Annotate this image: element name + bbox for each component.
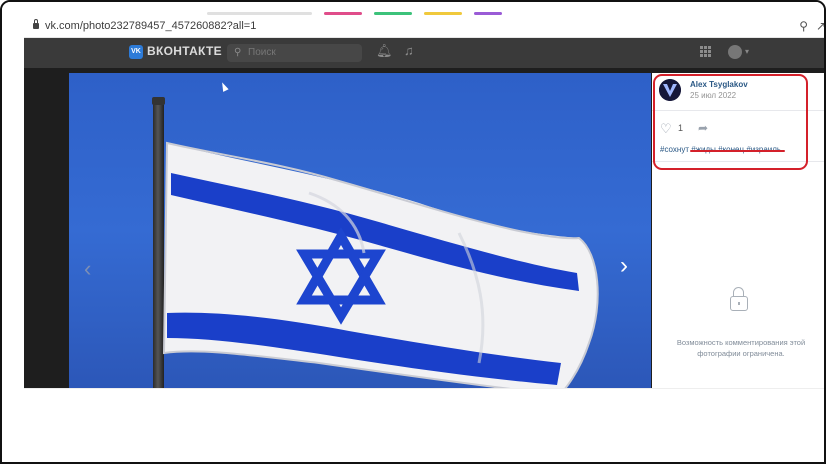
url-text[interactable]: vk.com/photo232789457_457260882?all=1	[45, 20, 256, 32]
vk-header: VK ВКОНТАКТЕ ⚲ Поиск 🔔︎ ♫ ▾	[24, 38, 824, 68]
tab-indicator[interactable]	[207, 12, 312, 15]
lock-icon	[730, 287, 748, 311]
browser-window: vk.com/photo232789457_457260882?all=1 ⚲ …	[0, 0, 826, 464]
annotation-underline	[690, 150, 785, 152]
tab-indicator[interactable]	[424, 12, 462, 15]
vk-brand-name[interactable]: ВКОНТАКТЕ	[147, 44, 222, 58]
user-avatar[interactable]	[728, 45, 742, 59]
search-input[interactable]: ⚲ Поиск	[227, 44, 362, 62]
annotation-highlight-box	[653, 74, 808, 170]
address-bar[interactable]: vk.com/photo232789457_457260882?all=1 ⚲ …	[24, 17, 824, 38]
search-placeholder: Поиск	[248, 47, 276, 58]
bell-icon[interactable]: 🔔︎	[376, 43, 393, 59]
page-below-area	[24, 388, 824, 462]
vk-logo-icon[interactable]: VK	[129, 45, 143, 59]
apps-grid-icon[interactable]	[700, 46, 711, 57]
chevron-down-icon[interactable]: ▾	[745, 47, 749, 56]
comments-restricted-notice: Возможность комментирования этой фотогра…	[676, 338, 806, 358]
share-page-icon[interactable]: ↗	[816, 19, 824, 33]
music-icon[interactable]: ♫	[404, 43, 414, 58]
zoom-icon[interactable]: ⚲	[799, 19, 808, 33]
lock-icon	[33, 19, 39, 29]
search-icon: ⚲	[234, 47, 242, 58]
israel-flag-image	[162, 141, 599, 388]
tab-strip	[2, 2, 824, 16]
tab-indicator[interactable]	[324, 12, 362, 15]
previous-photo-arrow[interactable]: ‹	[84, 256, 91, 282]
photo-image[interactable]	[69, 73, 651, 388]
tab-indicator[interactable]	[374, 12, 412, 15]
flagpole-top	[152, 97, 165, 105]
next-photo-arrow[interactable]: ›	[620, 252, 628, 280]
tab-indicator[interactable]	[474, 12, 502, 15]
